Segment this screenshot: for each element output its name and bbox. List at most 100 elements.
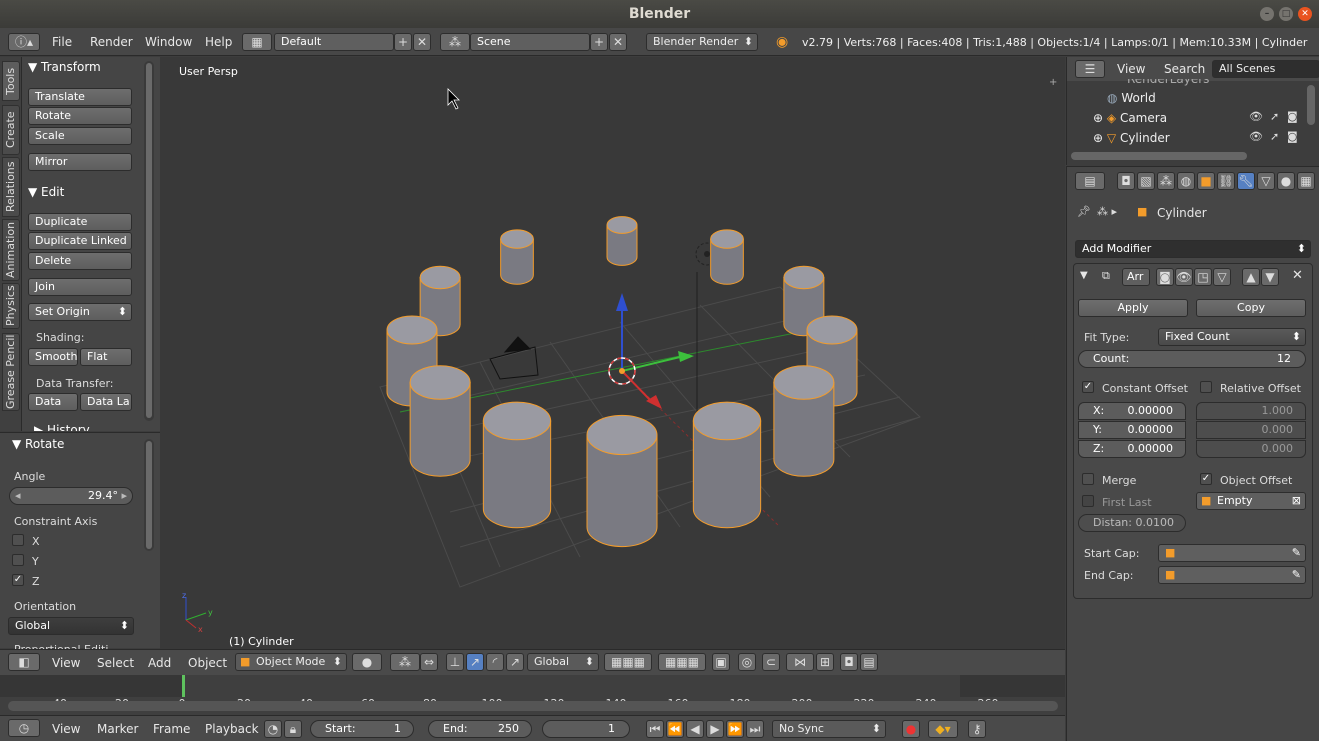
snap-element-icon[interactable]: ⋈ [786,653,814,671]
data-button[interactable]: Data [28,393,78,411]
history-panel-header[interactable]: ▶ History [34,423,160,431]
lock-layer-icon[interactable]: ▣ [712,653,730,671]
start-frame-field[interactable]: Start: 1 [310,720,414,738]
modifier-name-field[interactable]: Arr [1122,268,1150,286]
snap-icon[interactable]: ⊂ [762,653,780,671]
translate-manip-icon[interactable]: ⊥ [446,653,464,671]
next-keyframe-icon[interactable]: ⏩ [726,720,744,738]
remove-modifier-icon[interactable]: ✕ [1292,268,1303,283]
decrement-icon[interactable]: ◂ [15,488,21,504]
render-icon[interactable]: ◙ [1287,130,1298,143]
apply-button[interactable]: Apply [1078,299,1188,317]
jump-end-icon[interactable]: ⏭ [746,720,764,738]
menu-search[interactable]: Search [1164,62,1205,76]
scale-manip-icon[interactable]: ↗ [506,653,524,671]
end-frame-field[interactable]: End: 250 [428,720,532,738]
menu-render[interactable]: Render [90,35,133,49]
maximize-icon[interactable]: □ [1279,7,1293,21]
translate-button[interactable]: Translate [28,88,132,106]
set-origin-select[interactable]: Set Origin ⬍ [28,303,132,321]
menu-window[interactable]: Window [145,35,192,49]
menu-view[interactable]: View [52,722,80,736]
screen-layout-field[interactable]: Default [274,33,394,51]
smooth-button[interactable]: Smooth [28,348,78,366]
tab-relations[interactable]: Relations [2,157,20,217]
visibility-eye-icon[interactable]: 👁︎ [1249,110,1263,123]
menu-object[interactable]: Object [188,656,227,670]
scene-tab-icon[interactable]: ⁂ [1157,172,1175,190]
tab-grease-pencil[interactable]: Grease Pencil [2,333,20,411]
offset-x-field[interactable]: X: 0.00000 [1078,402,1186,420]
modifiers-tab-icon[interactable]: 🔧︎ [1237,172,1255,190]
arc-manip-icon[interactable]: ◜ [486,653,504,671]
render-icon[interactable]: ◙ [1287,110,1298,123]
merge-checkbox[interactable] [1082,473,1094,485]
relative-z-field[interactable]: 0.000 [1196,440,1306,458]
start-cap-field[interactable]: ■ ✎ [1158,544,1306,562]
pivot-point-icon[interactable]: ⁂ [390,653,420,671]
tab-physics[interactable]: Physics [2,283,20,329]
screen-layout-icon[interactable]: ▦ [242,33,272,51]
count-field[interactable]: Count: 12 [1078,350,1306,368]
selectable-icon[interactable]: ➚ [1270,110,1279,123]
preview-range-icon[interactable]: ◔ [264,720,282,738]
world-tab-icon[interactable]: ◍ [1177,172,1195,190]
mirror-button[interactable]: Mirror [28,153,132,171]
fit-type-select[interactable]: Fixed Count ⬍ [1158,328,1306,346]
close-icon[interactable]: ✕ [1298,7,1312,21]
axis-y-checkbox[interactable] [12,554,24,566]
remove-layout-icon[interactable]: ✕ [413,33,431,51]
editor-type-properties-icon[interactable]: ▤ [1075,172,1105,190]
editor-type-timeline-icon[interactable]: ◷ [8,719,40,737]
expand-icon[interactable]: ⊕ [1093,131,1103,145]
axis-x-checkbox[interactable] [12,534,24,546]
pin-icon[interactable]: 📌︎ [1077,205,1091,218]
offset-y-field[interactable]: Y: 0.00000 [1078,421,1186,439]
current-frame-field[interactable]: 1 [542,720,630,738]
move-up-icon[interactable]: ▲ [1242,268,1260,286]
relative-offset-checkbox[interactable] [1200,381,1212,393]
selectable-icon[interactable]: ➚ [1270,130,1279,143]
collapse-icon[interactable]: ▼ [1080,270,1088,281]
viewport-shading-icon[interactable]: ● [352,653,382,671]
rotate-operator-header[interactable]: ▼ Rotate [12,437,138,457]
end-cap-field[interactable]: ■ ✎ [1158,566,1306,584]
axis-z-checkbox[interactable]: ✓ [12,574,24,586]
object-offset-checkbox[interactable]: ✓ [1200,473,1212,485]
orientation-select[interactable]: Global ⬍ [8,617,134,635]
proportional-icon[interactable]: ◎ [738,653,756,671]
show-viewport-icon[interactable]: 👁︎ [1175,268,1193,286]
display-mode-select[interactable]: All Scenes [1212,60,1319,78]
relative-y-field[interactable]: 0.000 [1196,421,1306,439]
tab-animation[interactable]: Animation [2,219,20,281]
timeline-scrollbar[interactable] [8,701,1058,711]
increment-icon[interactable]: ▸ [121,488,127,504]
delete-button[interactable]: Delete [28,252,132,270]
editor-type-outliner-icon[interactable]: ☰ [1075,60,1105,78]
menu-help[interactable]: Help [205,35,232,49]
layers-1-icon[interactable]: ▦▦▦ [604,653,652,671]
render-tab-icon[interactable]: ◘ [1117,172,1135,190]
outliner-item-camera[interactable]: ⊕ ◈ Camera [1093,108,1319,128]
show-editmode-icon[interactable]: ◳ [1194,268,1212,286]
manipulator-toggle-icon[interactable]: ⇔ [420,653,438,671]
menu-frame[interactable]: Frame [153,722,190,736]
tab-create[interactable]: Create [2,105,20,155]
menu-playback[interactable]: Playback [205,722,259,736]
operator-scrollbar[interactable] [144,439,154,551]
join-button[interactable]: Join [28,278,132,296]
visibility-eye-icon[interactable]: 👁︎ [1249,130,1263,143]
scale-button[interactable]: Scale [28,127,132,145]
render-anim-icon[interactable]: ▤ [860,653,878,671]
outliner-hscrollbar[interactable] [1071,152,1247,160]
duplicate-button[interactable]: Duplicate [28,213,132,231]
data-tab-icon[interactable]: ▽ [1257,172,1275,190]
prev-keyframe-icon[interactable]: ⏪ [666,720,684,738]
menu-select[interactable]: Select [97,656,134,670]
expand-icon[interactable]: ⊕ [1093,111,1103,125]
menu-add[interactable]: Add [148,656,171,670]
rotate-manip-icon[interactable]: ↗ [466,653,484,671]
snap-target-icon[interactable]: ⊞ [816,653,834,671]
material-tab-icon[interactable]: ● [1277,172,1295,190]
key-icon[interactable]: ⚷ [968,720,986,738]
